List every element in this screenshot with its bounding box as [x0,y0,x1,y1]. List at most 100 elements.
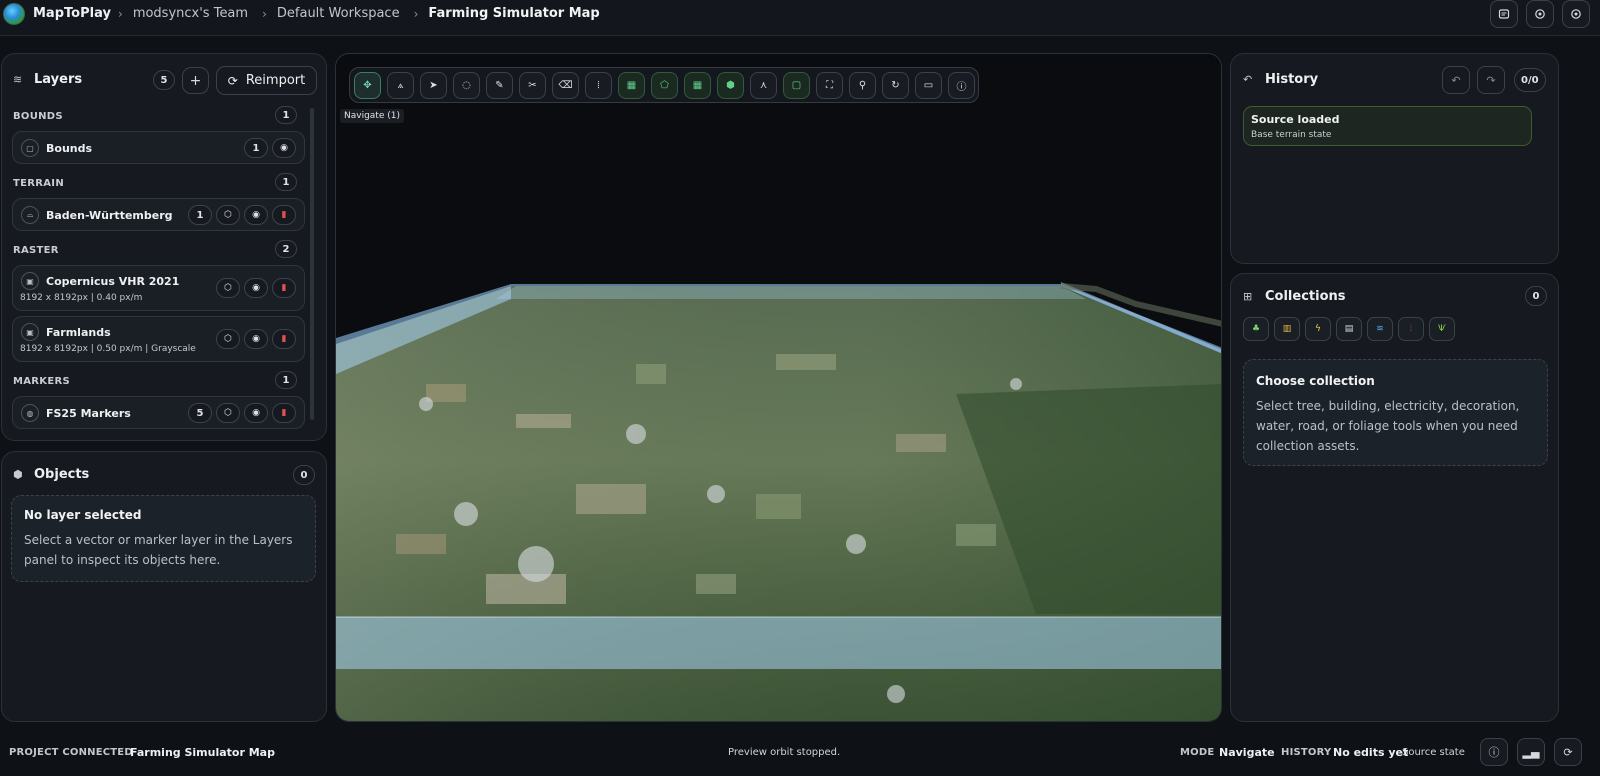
foliage-icon[interactable]: Ѱ [1429,317,1455,341]
layer-count-badge: 5 [188,403,212,423]
layer-details: 8192 x 8192px | 0.40 px/m [20,293,143,303]
info-button[interactable]: ⓘ [1480,738,1508,766]
history-value: No edits yet [1333,746,1409,759]
water-icon[interactable]: ≋ [1367,317,1393,341]
redo-button[interactable]: ↷ [1477,66,1505,94]
move-tool[interactable]: ✥ [354,71,381,99]
camera-tool[interactable]: ▭ [915,71,942,99]
measure-tool[interactable]: ⦙ [585,71,612,99]
terrain-icon: ⌓ [21,206,39,224]
eraser-tool[interactable]: ⌫ [552,71,579,99]
collections-empty-state: Choose collection Select tree, building,… [1243,359,1548,466]
history-item[interactable]: Source loaded Base terrain state [1243,106,1532,146]
map-viewport[interactable]: ✥ ⟑ ➤ ◌ ✎ ✂ ⌫ ⦙ ▦ ⬠ ▦ ⬢ ⋏ ▢ ⛶ ⚲ ↻ ▭ ⓘ Na… [335,53,1222,722]
history-icon: ↶ [1243,73,1253,86]
collections-count-badge: 0 [1525,286,1547,306]
stats-button[interactable]: ▂▄ [1517,738,1545,766]
empty-text: Select a vector or marker layer in the L… [24,533,293,547]
branch-tool[interactable]: ⋏ [750,71,777,99]
cube-icon[interactable]: ⬡ [216,278,240,298]
layer-item-markers[interactable]: ◍ FS25 Markers 5 ⬡ ◉ ▮ [12,396,305,429]
person-tool[interactable]: ⚲ [849,71,876,99]
cube-icon[interactable]: ⬡ [216,205,240,225]
cut-tool[interactable]: ✂ [519,71,546,99]
trash-icon[interactable]: ▮ [272,205,296,225]
history-panel: ↶ History ↶ ↷ 0/0 Source loaded Base ter… [1230,53,1559,264]
decoration-icon[interactable]: ▤ [1336,317,1362,341]
layer-details: 8192 x 8192px | 0.50 px/m | Grayscale [20,344,196,354]
grid-tool[interactable]: ▦ [618,71,645,99]
collection-tools: ♣ ▥ ϟ ▤ ≋ ⦙ Ѱ [1243,317,1455,341]
trash-icon[interactable]: ▮ [272,403,296,423]
sync-button[interactable]: ⟳ [1554,738,1582,766]
layer-name: FS25 Markers [46,407,131,420]
section-markers-label: MARKERS [13,376,70,387]
breadcrumb-team[interactable]: modsyncx's Team [133,6,248,21]
gear-icon [1571,9,1581,19]
undo-button[interactable]: ↶ [1442,66,1470,94]
layer-item-terrain[interactable]: ⌓ Baden-Württemberg 1 ⬡ ◉ ▮ [12,198,305,231]
draw-path-tool[interactable]: ⟑ [387,71,414,99]
project-status-label: PROJECT CONNECTED [9,747,133,758]
focus-tool[interactable]: ⛶ [816,71,843,99]
select-tool[interactable]: ➤ [420,71,447,99]
tool-tooltip: Navigate (1) [340,109,404,123]
lasso-tool[interactable]: ◌ [453,71,480,99]
status-bar: PROJECT CONNECTED Farming Simulator Map … [0,730,1600,776]
top-bar: MapToPlay › modsyncx's Team › Default Wo… [0,0,1600,36]
history-label: HISTORY [1281,747,1332,758]
add-layer-button[interactable]: + [182,67,209,94]
objects-panel: ⬢ Objects 0 No layer selected Select a v… [1,451,327,722]
collections-title: Collections [1265,289,1346,304]
grid-icon: ⊞ [1243,290,1253,303]
building-icon[interactable]: ▥ [1274,317,1300,341]
trash-icon[interactable]: ▮ [272,278,296,298]
app-logo[interactable] [3,3,25,25]
tree-icon[interactable]: ♣ [1243,317,1269,341]
table-tool[interactable]: ▦ [684,71,711,99]
layers-scrollbar[interactable] [310,108,314,420]
image-icon: ▣ [21,272,39,290]
layer-count-badge: 1 [244,138,268,158]
refresh-icon: ⟳ [227,73,238,88]
notes-button[interactable] [1490,0,1518,28]
pencil-tool[interactable]: ✎ [486,71,513,99]
section-bounds-label: BOUNDS [13,111,63,122]
terrain-3d-view[interactable] [336,54,1222,722]
eye-icon[interactable]: ◉ [244,205,268,225]
layer-name: Bounds [46,142,93,155]
eye-icon[interactable]: ◉ [244,329,268,349]
road-icon[interactable]: ⦙ [1398,317,1424,341]
electricity-icon[interactable]: ϟ [1305,317,1331,341]
project-name: Farming Simulator Map [130,746,275,759]
rotate-tool[interactable]: ↻ [882,71,909,99]
account-button[interactable] [1562,0,1590,28]
eye-icon[interactable]: ◉ [272,138,296,158]
info-tool[interactable]: ⓘ [948,71,975,99]
eye-icon[interactable]: ◉ [244,278,268,298]
eye-icon[interactable]: ◉ [244,403,268,423]
layer-name: Copernicus VHR 2021 [46,275,180,288]
app-brand[interactable]: MapToPlay [33,6,111,21]
empty-text: panel to inspect its objects here. [24,553,221,567]
reimport-button[interactable]: ⟳ Reimport [216,66,317,95]
section-raster-count: 2 [275,240,297,258]
layer-item-copernicus[interactable]: ▣ Copernicus VHR 2021 8192 x 8192px | 0.… [12,265,305,311]
settings-button[interactable] [1526,0,1554,28]
object-tool[interactable]: ⬢ [717,71,744,99]
trash-icon[interactable]: ▮ [272,329,296,349]
chevron-right-icon: › [262,6,267,21]
chevron-right-icon: › [118,6,123,21]
cube-icon[interactable]: ⬡ [216,403,240,423]
frame-tool[interactable]: ▢ [783,71,810,99]
layer-item-bounds[interactable]: ▢ Bounds 1 ◉ [12,131,305,164]
objects-empty-state: No layer selected Select a vector or mar… [11,495,316,582]
empty-title: No layer selected [24,508,142,522]
objects-title: Objects [34,467,90,482]
cube-icon[interactable]: ⬡ [216,329,240,349]
layer-item-farmlands[interactable]: ▣ Farmlands 8192 x 8192px | 0.50 px/m | … [12,316,305,362]
polygon-tool[interactable]: ⬠ [651,71,678,99]
layer-name: Farmlands [46,326,111,339]
breadcrumb-workspace[interactable]: Default Workspace [277,6,400,21]
history-title: History [1265,72,1319,87]
